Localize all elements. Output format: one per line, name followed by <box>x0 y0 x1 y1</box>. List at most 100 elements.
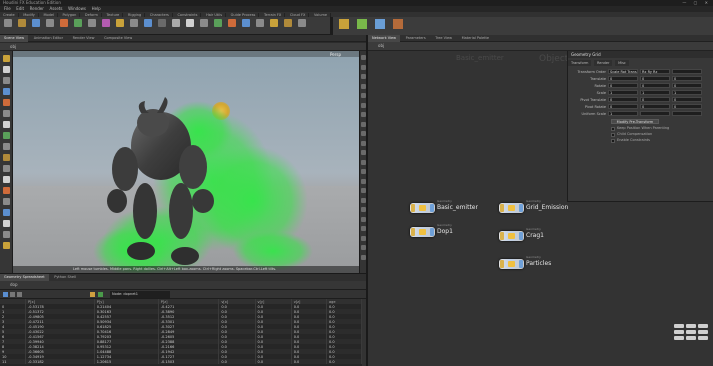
spreadsheet-path[interactable]: dop <box>10 282 18 287</box>
tab-scene-view[interactable]: Scene View <box>0 35 29 42</box>
viewport-tool-icon[interactable] <box>3 198 10 205</box>
tab-network-view[interactable]: Network View <box>368 35 401 42</box>
spreadsheet-table[interactable]: P[x] P[y] P[z] v[x] v[y] v[z] age 0 -0.53178 0.2… <box>0 299 362 366</box>
viewport-tool-icon[interactable] <box>3 231 10 238</box>
tab-render[interactable]: Render <box>594 60 613 66</box>
node-name[interactable]: Basic_emitter <box>437 204 478 211</box>
shelf-tool-icon[interactable] <box>18 19 26 27</box>
pyro-tool-icon[interactable] <box>393 19 403 29</box>
param-field[interactable]: 1 <box>640 90 670 95</box>
shelf-tool-icon[interactable] <box>214 19 222 27</box>
filter-icon[interactable] <box>98 292 103 297</box>
network-path-bar[interactable]: obj <box>368 42 713 51</box>
shelf-tool-icon[interactable] <box>32 19 40 27</box>
shelf-tool-icon[interactable] <box>228 19 236 27</box>
bypass-flag[interactable] <box>500 232 504 240</box>
shelf-tool-icon[interactable] <box>144 19 152 27</box>
viewport-tool-icon[interactable] <box>3 165 10 172</box>
shelf-tool-icon[interactable] <box>116 19 124 27</box>
viewport-tool-icon[interactable] <box>3 132 10 139</box>
modify-pretransform-button[interactable]: Modify Pre-Transform <box>611 119 659 124</box>
param-field[interactable]: Rx Ry Rz <box>640 69 670 74</box>
viewport-tool-icon[interactable] <box>3 220 10 227</box>
shelf-tool-icon[interactable] <box>256 19 264 27</box>
viewport-tool-icon[interactable] <box>3 242 10 249</box>
primitives-icon[interactable] <box>17 292 22 297</box>
viewport-tool-icon[interactable] <box>3 209 10 216</box>
param-field[interactable]: 0 <box>640 76 670 81</box>
shelf-tool-icon[interactable] <box>158 19 166 27</box>
viewport-path-bar[interactable]: obj <box>0 43 366 51</box>
node-name[interactable]: Particles <box>526 260 551 267</box>
child-compensation-checkbox[interactable] <box>611 133 615 137</box>
tab-parameters[interactable]: Parameters <box>402 35 430 42</box>
node-field[interactable]: Node: dopnet1 <box>110 291 170 298</box>
tab-render-view[interactable]: Render View <box>69 35 99 42</box>
bypass-flag[interactable] <box>500 204 504 212</box>
shelf-tool-icon[interactable] <box>242 19 250 27</box>
bypass-flag[interactable] <box>411 204 415 212</box>
enable-constraints-checkbox[interactable] <box>611 139 615 143</box>
shelf-tool-icon[interactable] <box>298 19 306 27</box>
tab-composite-view[interactable]: Composite View <box>100 35 136 42</box>
param-field[interactable]: 1 <box>608 90 638 95</box>
tab-tree-view[interactable]: Tree View <box>431 35 456 42</box>
viewport-tool-icon[interactable] <box>3 143 10 150</box>
shelf-tool-icon[interactable] <box>284 19 292 27</box>
viewport-tool-icon[interactable] <box>3 55 10 62</box>
shelf-tool-icon[interactable] <box>172 19 180 27</box>
tab-material-palette[interactable]: Material Palette <box>458 35 493 42</box>
param-field[interactable]: 0 <box>608 83 638 88</box>
source-tool-icon[interactable] <box>357 19 367 29</box>
viewport-tool-icon[interactable] <box>3 99 10 106</box>
display-flag[interactable] <box>519 204 523 212</box>
param-field[interactable]: 0 <box>672 104 702 109</box>
viewport-tool-icon[interactable] <box>3 77 10 84</box>
fluid-tool-icon[interactable] <box>375 19 385 29</box>
display-flag[interactable] <box>519 260 523 268</box>
display-flag[interactable] <box>430 228 434 236</box>
viewport-tool-icon[interactable] <box>3 187 10 194</box>
param-field[interactable]: Scale Rot Trans <box>608 69 638 74</box>
pin-icon[interactable] <box>90 292 95 297</box>
node-name[interactable]: Crag1 <box>526 232 544 239</box>
viewport-tool-icon[interactable] <box>3 66 10 73</box>
particle-tool-icon[interactable] <box>339 19 349 29</box>
shelf-tool-icon[interactable] <box>46 19 54 27</box>
shelf-tool-icon[interactable] <box>270 19 278 27</box>
shelf-tool-icon[interactable] <box>130 19 138 27</box>
node-name[interactable]: Grid_Emission <box>526 204 568 211</box>
path-label[interactable]: obj <box>10 44 16 49</box>
shelf-tool-icon[interactable] <box>60 19 68 27</box>
tab-misc[interactable]: Misc <box>615 60 629 66</box>
param-field[interactable]: 0 <box>640 104 670 109</box>
table-row[interactable]: 11 -0.33182 1.20615 -0.1503 0.0 0.0 0.0 0.0 <box>0 359 362 364</box>
keep-position-checkbox[interactable] <box>611 127 615 131</box>
display-flag[interactable] <box>519 232 523 240</box>
bypass-flag[interactable] <box>500 260 504 268</box>
param-field[interactable]: 0 <box>608 97 638 102</box>
viewport-tool-icon[interactable] <box>3 110 10 117</box>
param-field[interactable]: 0 <box>608 76 638 81</box>
shelf-tool-icon[interactable] <box>74 19 82 27</box>
spreadsheet-path-bar[interactable]: dop <box>0 281 366 290</box>
vertices-icon[interactable] <box>10 292 15 297</box>
params-node-title[interactable]: Geometry Grid <box>571 52 601 57</box>
param-field[interactable]: 1 <box>608 111 638 116</box>
shelf-tool-icon[interactable] <box>200 19 208 27</box>
param-field[interactable]: 1 <box>672 90 702 95</box>
tab-transform[interactable]: Transform <box>568 60 592 66</box>
viewport-tool-icon[interactable] <box>3 176 10 183</box>
tab-animation-editor[interactable]: Animation Editor <box>30 35 67 42</box>
viewport-tool-icon[interactable] <box>3 88 10 95</box>
network-path[interactable]: obj <box>378 43 384 48</box>
viewport-tool-icon[interactable] <box>3 121 10 128</box>
tab-python-shell[interactable]: Python Shell <box>50 274 80 281</box>
shelf-tool-icon[interactable] <box>88 19 96 27</box>
shelf-tool-icon[interactable] <box>4 19 12 27</box>
shelf-tool-icon[interactable] <box>186 19 194 27</box>
scene-viewport[interactable]: Persp <box>13 51 359 273</box>
display-flag[interactable] <box>430 204 434 212</box>
param-field[interactable] <box>640 111 670 116</box>
param-field[interactable]: 0 <box>672 76 702 81</box>
